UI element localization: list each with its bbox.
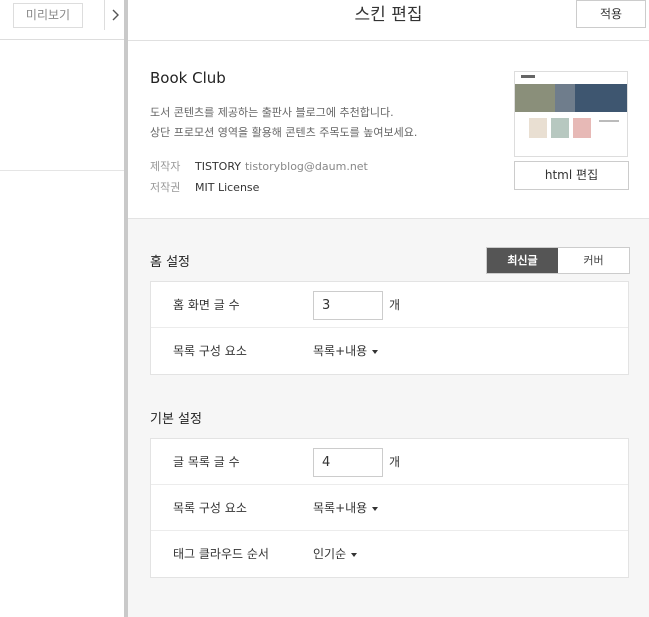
caret-down-icon [351, 552, 358, 557]
tag-cloud-order-row: 태그 클라우드 순서 인기순 [151, 531, 628, 577]
skin-description-line2: 상단 프로모션 영역을 활용해 콘텐츠 주목도를 높여보세요. [150, 126, 418, 139]
select-value: 목록+내용 [313, 501, 368, 515]
skin-description-line1: 도서 콘텐츠를 제공하는 출판사 블로그에 추천합니다. [150, 106, 394, 119]
apply-button[interactable]: 적용 [576, 0, 646, 28]
skin-thumbnail [514, 71, 628, 157]
collapse-panel-button[interactable] [104, 0, 124, 30]
panel-header: 스킨 편집 적용 [128, 0, 649, 41]
row-label: 글 목록 글 수 [173, 455, 240, 469]
license-label: 저작권 [150, 181, 181, 194]
home-list-components-select[interactable]: 목록+내용 [313, 328, 379, 374]
caret-down-icon [372, 349, 379, 354]
html-edit-button[interactable]: html 편집 [514, 161, 629, 190]
row-label: 목록 구성 요소 [173, 501, 247, 515]
basic-settings-card: 글 목록 글 수 개 목록 구성 요소 목록+내용 태그 클라우드 순서 인기순 [150, 438, 629, 578]
toggle-cover[interactable]: 커버 [558, 248, 629, 273]
author-email: tistoryblog@daum.net [244, 160, 368, 173]
select-value: 목록+내용 [313, 344, 368, 358]
toggle-latest-posts[interactable]: 최신글 [487, 248, 558, 273]
row-label: 태그 클라우드 순서 [173, 547, 269, 561]
home-settings-card: 홈 화면 글 수 개 목록 구성 요소 목록+내용 [150, 281, 629, 375]
preview-button[interactable]: 미리보기 [13, 3, 83, 28]
skin-author: 제작자 TISTORY tistoryblog@daum.net [150, 158, 368, 174]
row-label: 목록 구성 요소 [173, 344, 247, 358]
skin-name: Book Club [150, 69, 226, 87]
home-post-count-input[interactable] [313, 291, 383, 320]
skin-info: Book Club 도서 콘텐츠를 제공하는 출판사 블로그에 추천합니다. 상… [128, 41, 649, 219]
author-name: TISTORY [195, 160, 241, 173]
unit-label: 개 [389, 455, 401, 469]
caret-down-icon [372, 506, 379, 511]
preview-toolbar: 미리보기 [0, 0, 124, 40]
skin-license: 저작권 MIT License [150, 179, 259, 195]
row-label: 홈 화면 글 수 [173, 298, 240, 312]
list-components-row: 목록 구성 요소 목록+내용 [151, 485, 628, 531]
preview-divider [0, 170, 124, 171]
author-label: 제작자 [150, 160, 181, 173]
list-post-count-input[interactable] [313, 448, 383, 477]
home-post-count-row: 홈 화면 글 수 개 [151, 282, 628, 328]
skin-edit-panel: 스킨 편집 적용 Book Club 도서 콘텐츠를 제공하는 출판사 블로그에… [128, 0, 649, 617]
skin-description: 도서 콘텐츠를 제공하는 출판사 블로그에 추천합니다. 상단 프로모션 영역을… [150, 103, 417, 143]
chevron-right-icon [112, 9, 119, 21]
list-post-count-row: 글 목록 글 수 개 [151, 439, 628, 485]
list-components-select[interactable]: 목록+내용 [313, 485, 379, 531]
home-mode-toggle: 최신글 커버 [486, 247, 630, 274]
home-list-components-row: 목록 구성 요소 목록+내용 [151, 328, 628, 374]
page-title: 스킨 편집 [354, 5, 423, 25]
home-settings-title: 홈 설정 [150, 255, 191, 270]
preview-pane: 미리보기 [0, 0, 124, 617]
license-value: MIT License [195, 181, 260, 194]
unit-label: 개 [389, 298, 401, 312]
tag-cloud-order-select[interactable]: 인기순 [313, 531, 358, 577]
select-value: 인기순 [313, 547, 347, 561]
basic-settings-title: 기본 설정 [150, 412, 202, 427]
